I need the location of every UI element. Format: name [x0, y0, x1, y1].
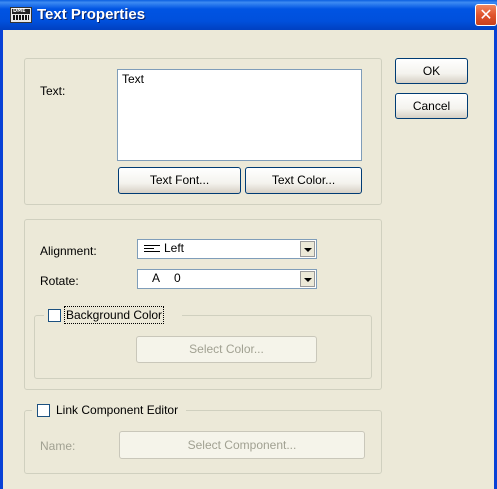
select-component-button-label: Select Component...	[187, 438, 297, 452]
title-bar[interactable]: DME Text Properties ✕	[0, 0, 497, 30]
close-button[interactable]: ✕	[475, 4, 497, 26]
chevron-down-icon[interactable]	[300, 271, 315, 287]
cancel-button[interactable]: Cancel	[395, 93, 468, 119]
text-font-button[interactable]: Text Font...	[118, 167, 241, 194]
link-component-label[interactable]: Link Component Editor	[56, 403, 178, 417]
dme-app-icon: DME	[10, 7, 32, 23]
window-frame-left	[0, 30, 3, 489]
name-label: Name:	[40, 439, 76, 453]
text-properties-dialog: DME Text Properties ✕ OK Cancel Text: Te…	[0, 0, 497, 489]
alignment-value: Left	[164, 241, 185, 255]
rotate-icon: A	[152, 271, 161, 285]
select-color-button[interactable]: Select Color...	[136, 336, 317, 363]
text-input[interactable]: Text	[117, 69, 362, 161]
select-component-button[interactable]: Select Component...	[119, 431, 365, 459]
rotate-value: 0	[174, 271, 181, 285]
ok-button[interactable]: OK	[395, 58, 468, 84]
rotate-label: Rotate:	[40, 274, 79, 288]
alignment-select[interactable]: Left	[137, 239, 317, 259]
chevron-down-icon[interactable]	[300, 241, 315, 257]
background-color-label[interactable]: Background Color	[63, 306, 165, 324]
close-icon: ✕	[479, 5, 493, 24]
background-color-checkbox[interactable]	[48, 309, 61, 322]
align-left-icon	[144, 245, 160, 253]
rotate-select[interactable]: A 0	[137, 269, 317, 289]
text-input-value: Text	[122, 72, 145, 86]
select-color-button-label: Select Color...	[189, 342, 264, 356]
text-color-button-label: Text Color...	[271, 173, 336, 187]
link-component-checkbox[interactable]	[37, 404, 50, 417]
ok-button-label: OK	[422, 64, 441, 78]
app-icon-label: DME	[13, 8, 26, 14]
alignment-label: Alignment:	[40, 244, 97, 258]
text-font-button-label: Text Font...	[149, 173, 210, 187]
text-label: Text:	[40, 84, 66, 98]
cancel-button-label: Cancel	[412, 99, 451, 113]
window-title: Text Properties	[37, 6, 146, 23]
text-color-button[interactable]: Text Color...	[245, 167, 362, 194]
